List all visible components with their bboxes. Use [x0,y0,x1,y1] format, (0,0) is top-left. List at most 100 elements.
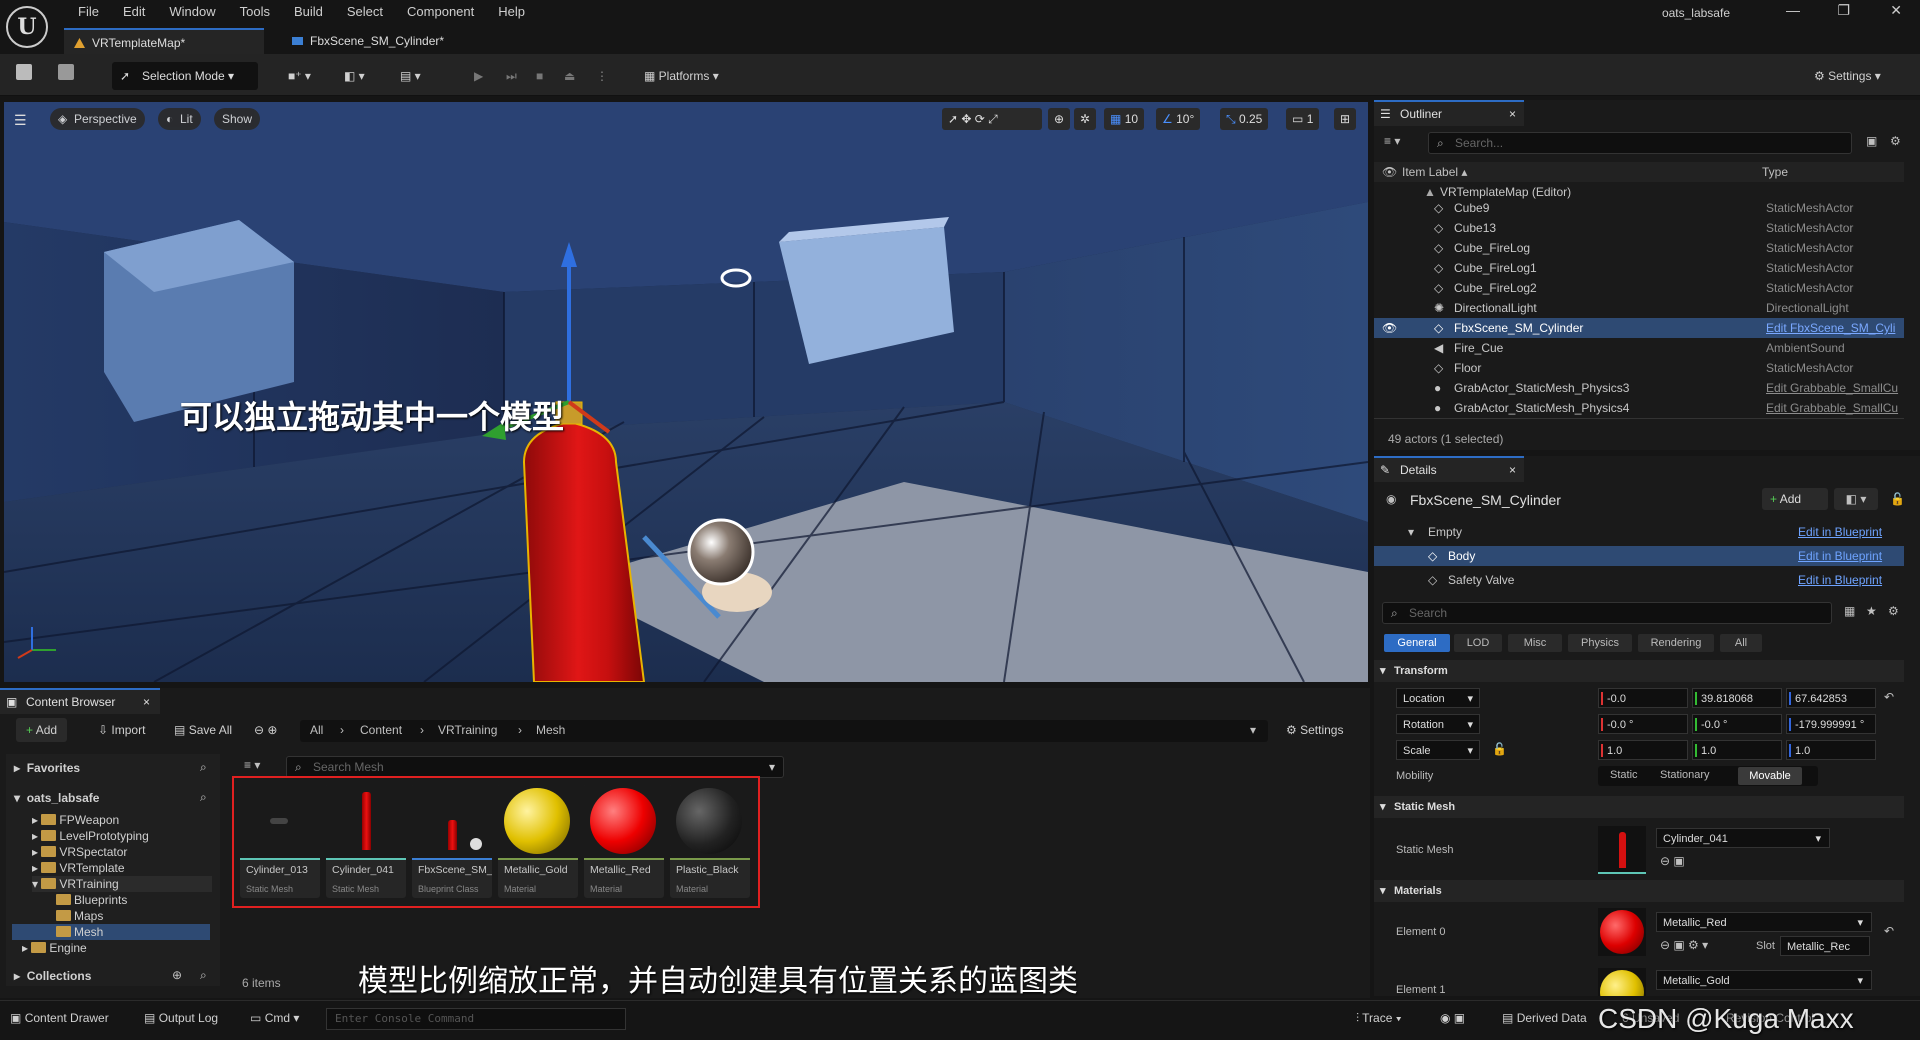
folder-item-selected[interactable]: Mesh [12,924,210,940]
actor-type-link[interactable]: Edit Grabbable_SmallCu [1766,398,1898,418]
search-icon[interactable]: ⌕ [200,790,207,805]
scale-y[interactable]: 1.0 [1692,740,1782,760]
folder-item[interactable]: ▸ VRSpectator [32,844,127,860]
scale-x[interactable]: 1.0 [1598,740,1688,760]
folder-item[interactable]: Maps [56,908,103,924]
table-view-icon[interactable]: ▦ [1844,604,1855,618]
output-log-button[interactable]: ▤ Output Log [144,1011,218,1025]
cmd-dropdown[interactable]: ▭ Cmd ▾ [250,1011,299,1025]
asset-search-input[interactable]: ⌕ Search Mesh ▾ [286,756,784,778]
transform-section[interactable]: ▾ Transform [1374,660,1904,682]
folder-item[interactable]: ▸ VRTemplate [32,860,125,876]
category-general[interactable]: General [1384,634,1450,652]
edit-in-blueprint-link[interactable]: Edit in Blueprint [1798,546,1882,566]
outliner-tab[interactable]: ☰ Outliner × [1374,100,1524,126]
scale-lock-icon[interactable]: 🔓 [1492,742,1507,756]
import-button[interactable]: ⇩ Import [98,718,145,742]
platforms-button[interactable]: ▦ Platforms ▾ [644,63,719,89]
material-thumbnail-gold[interactable] [1598,968,1646,996]
col-item-label[interactable]: Item Label ▴ [1402,162,1467,182]
viewport-menu-icon[interactable]: ☰ [14,112,27,129]
scale-dropdown[interactable]: Scale ▾ [1396,740,1480,760]
folder-item[interactable]: Blueprints [56,892,127,908]
outliner-row[interactable]: ◇ Cube_FireLog StaticMeshActor [1374,238,1904,258]
element0-dropdown[interactable]: Metallic_Red ▾ [1656,912,1872,932]
world-local-icon[interactable]: ⊕ [1048,108,1071,130]
actor-type-link[interactable]: Edit FbxScene_SM_Cyli [1766,318,1895,338]
element1-dropdown[interactable]: Metallic_Gold ▾ [1656,970,1872,990]
trace-dropdown[interactable]: ⫶ Trace ▾ [1356,1011,1402,1026]
search-icon[interactable]: ⌕ [200,760,207,775]
component-row-selected[interactable]: ◇ Body Edit in Blueprint [1374,546,1904,566]
visibility-icon[interactable]: 👁 [1382,162,1397,182]
menu-help[interactable]: Help [486,4,537,20]
folder-item[interactable]: ▾ VRTraining [32,876,212,892]
menu-file[interactable]: File [66,4,111,20]
menu-component[interactable]: Component [395,4,486,20]
materials-section[interactable]: ▾ Materials [1374,880,1904,902]
asset-tile[interactable]: Metallic_Gold Material [498,784,578,898]
add-collection-icon[interactable]: ⊕ [172,968,182,982]
location-x[interactable]: -0.0 [1598,688,1688,708]
lock-icon[interactable]: 🔓 [1890,492,1905,506]
chevron-down-icon[interactable]: ▾ [1250,723,1256,737]
asset-tile[interactable]: FbxScene_SM_Cylinder Blueprint Class [412,784,492,898]
mobility-static[interactable]: Static [1610,769,1638,781]
settings-button[interactable]: ⚙ Settings ▾ [1814,63,1881,89]
slot-field[interactable]: Metallic_Rec [1780,936,1870,956]
outliner-row[interactable]: ◀ Fire_Cue AmbientSound [1374,338,1904,358]
mobility-movable[interactable]: Movable [1738,767,1802,785]
outliner-row[interactable]: ● GrabActor_StaticMesh_Physics4 Edit Grabb… [1374,398,1904,418]
browse-asset-icon[interactable]: ⊖ ▣ [1660,854,1685,868]
actor-type-link[interactable]: Edit Grabbable_SmallCu [1766,378,1898,398]
camera-speed-button[interactable]: ▭ 1 [1286,108,1320,130]
tab-blueprint[interactable]: FbxScene_SM_Cylinder* [282,28,482,54]
mobility-stationary[interactable]: Stationary [1660,769,1710,781]
content-browser-tab[interactable]: ▣ Content Browser × [0,688,160,714]
location-dropdown[interactable]: Location ▾ [1396,688,1480,708]
details-close-icon[interactable]: × [1509,458,1516,482]
outliner-row-selected[interactable]: 👁 ◇ FbxScene_SM_Cylinder Edit FbxScene_SM_C… [1374,318,1904,338]
filter-icon[interactable]: ≡ ▾ [1384,134,1400,148]
favorite-star-icon[interactable]: ★ [1866,604,1877,618]
category-misc[interactable]: Misc [1508,634,1562,652]
material-thumbnail-red[interactable] [1598,908,1646,956]
component-row[interactable]: ◇ Safety Valve Edit in Blueprint [1374,570,1904,590]
derived-data-button[interactable]: ▤ Derived Data [1502,1011,1587,1025]
asset-tile[interactable]: Metallic_Red Material [584,784,664,898]
outliner-settings-icon[interactable]: ⚙ [1890,134,1901,148]
folder-item[interactable]: ▸ LevelPrototyping [32,828,149,844]
category-lod[interactable]: LOD [1454,634,1502,652]
reset-icon[interactable]: ↶ [1884,690,1894,704]
static-mesh-thumbnail[interactable] [1598,826,1646,874]
breadcrumb-all[interactable]: All [310,723,323,737]
rotation-dropdown[interactable]: Rotation ▾ [1396,714,1480,734]
cinematics-icon[interactable]: ▤ ▾ [400,63,421,89]
unreal-logo-icon[interactable]: U [6,6,48,48]
folder-item[interactable]: ▸ Engine [22,940,87,956]
details-search-input[interactable]: ⌕ Search [1382,602,1832,624]
reset-icon[interactable]: ↶ [1884,924,1894,938]
restore-icon[interactable]: ❐ [1837,2,1850,19]
rotation-x[interactable]: -0.0 ° [1598,714,1688,734]
scale-snap-button[interactable]: ⤡ 0.25 [1220,108,1269,130]
play-icon[interactable]: ▶ [474,63,483,89]
show-button[interactable]: Show [214,108,261,130]
asset-tile[interactable]: Cylinder_041 Static Mesh [326,784,406,898]
close-icon[interactable]: ✕ [1890,2,1902,19]
outliner-row[interactable]: ◇ Floor StaticMeshActor [1374,358,1904,378]
outliner-search-input[interactable]: ⌕ Search... [1428,132,1852,154]
more-options-icon[interactable]: ⋮ [596,63,608,89]
transform-tools[interactable]: ➚ ✥ ⟳ ⤢ [942,108,1042,130]
menu-window[interactable]: Window [157,4,227,20]
breadcrumb-content[interactable]: Content [360,723,402,737]
folder-item[interactable]: ▸ FPWeapon [32,812,119,828]
details-tab[interactable]: ✎ Details × [1374,456,1524,482]
expand-icon[interactable]: ▾ [1408,522,1414,542]
perspective-button[interactable]: ◈ Perspective [50,108,145,130]
level-viewport[interactable]: ☰ ◈ Perspective ◐ Lit Show ➚ ✥ ⟳ ⤢ ⊕ ✲ ▦ 1… [4,102,1368,682]
content-browser-close-icon[interactable]: × [143,690,150,714]
add-button[interactable]: + Add [16,718,68,742]
save-all-button[interactable]: ▤ Save All [174,718,232,742]
selection-mode-dropdown[interactable]: ➚ Selection Mode ▾ [112,62,258,90]
